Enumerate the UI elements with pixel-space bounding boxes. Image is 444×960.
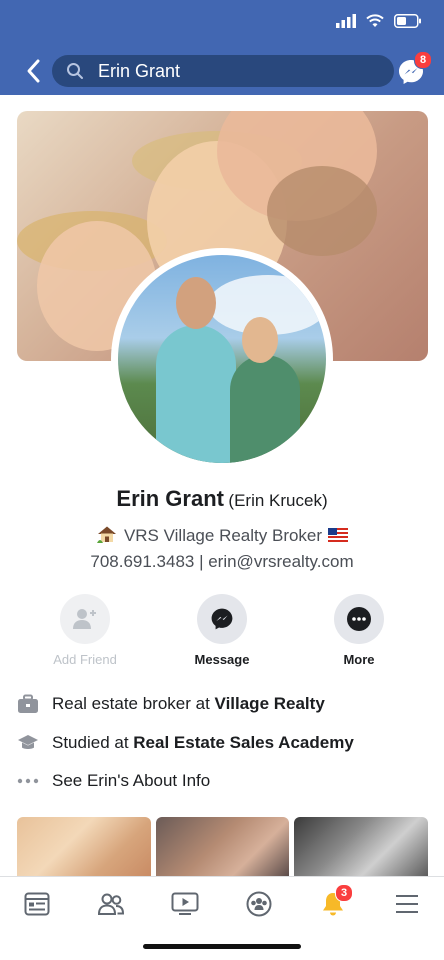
nav-notifications[interactable]: 3 [311,882,355,926]
nav-watch[interactable] [163,882,207,926]
messenger-badge: 8 [414,51,432,69]
house-icon [96,526,116,543]
nav-friends[interactable] [89,882,133,926]
cellular-signal-icon [336,14,356,28]
profile-name-row: Erin Grant (Erin Krucek) [0,486,444,512]
ellipsis-icon [17,771,39,791]
messenger-icon [211,608,233,630]
profile-actions: Add Friend Message More [0,594,444,670]
back-button[interactable] [22,57,46,85]
search-input[interactable] [96,59,380,83]
education-info-row[interactable]: Studied at Real Estate Sales Academy [17,730,354,756]
more-options-icon [347,607,371,631]
nav-groups[interactable] [237,882,281,926]
education-place: Real Estate Sales Academy [133,733,354,752]
bio-line-2: 708.691.3483 | erin@vrsrealty.com [90,552,354,571]
add-friend-button[interactable]: Add Friend [30,594,140,667]
about-info-row[interactable]: See Erin's About Info [17,768,210,794]
nav-news-feed[interactable] [15,882,59,926]
nav-menu[interactable] [385,882,429,926]
education-prefix: Studied at [52,733,134,752]
hamburger-menu-icon [396,895,418,913]
photos-strip [17,817,428,877]
avatar [118,255,326,463]
search-bar[interactable] [52,55,394,87]
bio-text-1: VRS Village Realty Broker [123,526,323,545]
profile-name: Erin Grant [116,486,224,511]
battery-icon [394,14,421,28]
bottom-navigation: 3 [0,876,444,931]
alternate-name: (Erin Krucek) [228,491,328,510]
work-place: Village Realty [214,694,325,713]
about-info-link: See Erin's About Info [52,771,211,790]
work-prefix: Real estate broker at [52,694,215,713]
photo-thumbnail[interactable] [155,817,290,877]
message-button[interactable]: Message [167,594,277,667]
briefcase-icon [17,694,39,714]
top-bar: 8 [0,0,444,95]
profile-picture[interactable] [111,248,333,470]
wifi-icon [366,14,384,27]
add-friend-icon [73,609,96,629]
message-label: Message [194,652,250,667]
photo-thumbnail[interactable] [17,817,151,877]
status-bar [336,14,422,28]
chevron-left-icon [27,59,40,83]
messenger-button[interactable]: 8 [396,51,432,87]
home-indicator[interactable] [143,944,301,949]
more-label: More [343,652,375,667]
us-flag-icon [328,528,349,542]
bio-line-1: VRS Village Realty Broker [0,525,444,546]
graduation-cap-icon [17,733,39,753]
search-icon [67,63,83,79]
friends-icon [97,893,125,915]
news-feed-icon [24,892,50,916]
more-button[interactable]: More [304,594,414,667]
groups-icon [246,891,272,917]
add-friend-label: Add Friend [53,652,117,667]
watch-video-icon [171,892,199,915]
notifications-badge: 3 [335,884,353,902]
work-info-row[interactable]: Real estate broker at Village Realty [17,691,325,717]
photo-thumbnail[interactable] [294,817,428,877]
